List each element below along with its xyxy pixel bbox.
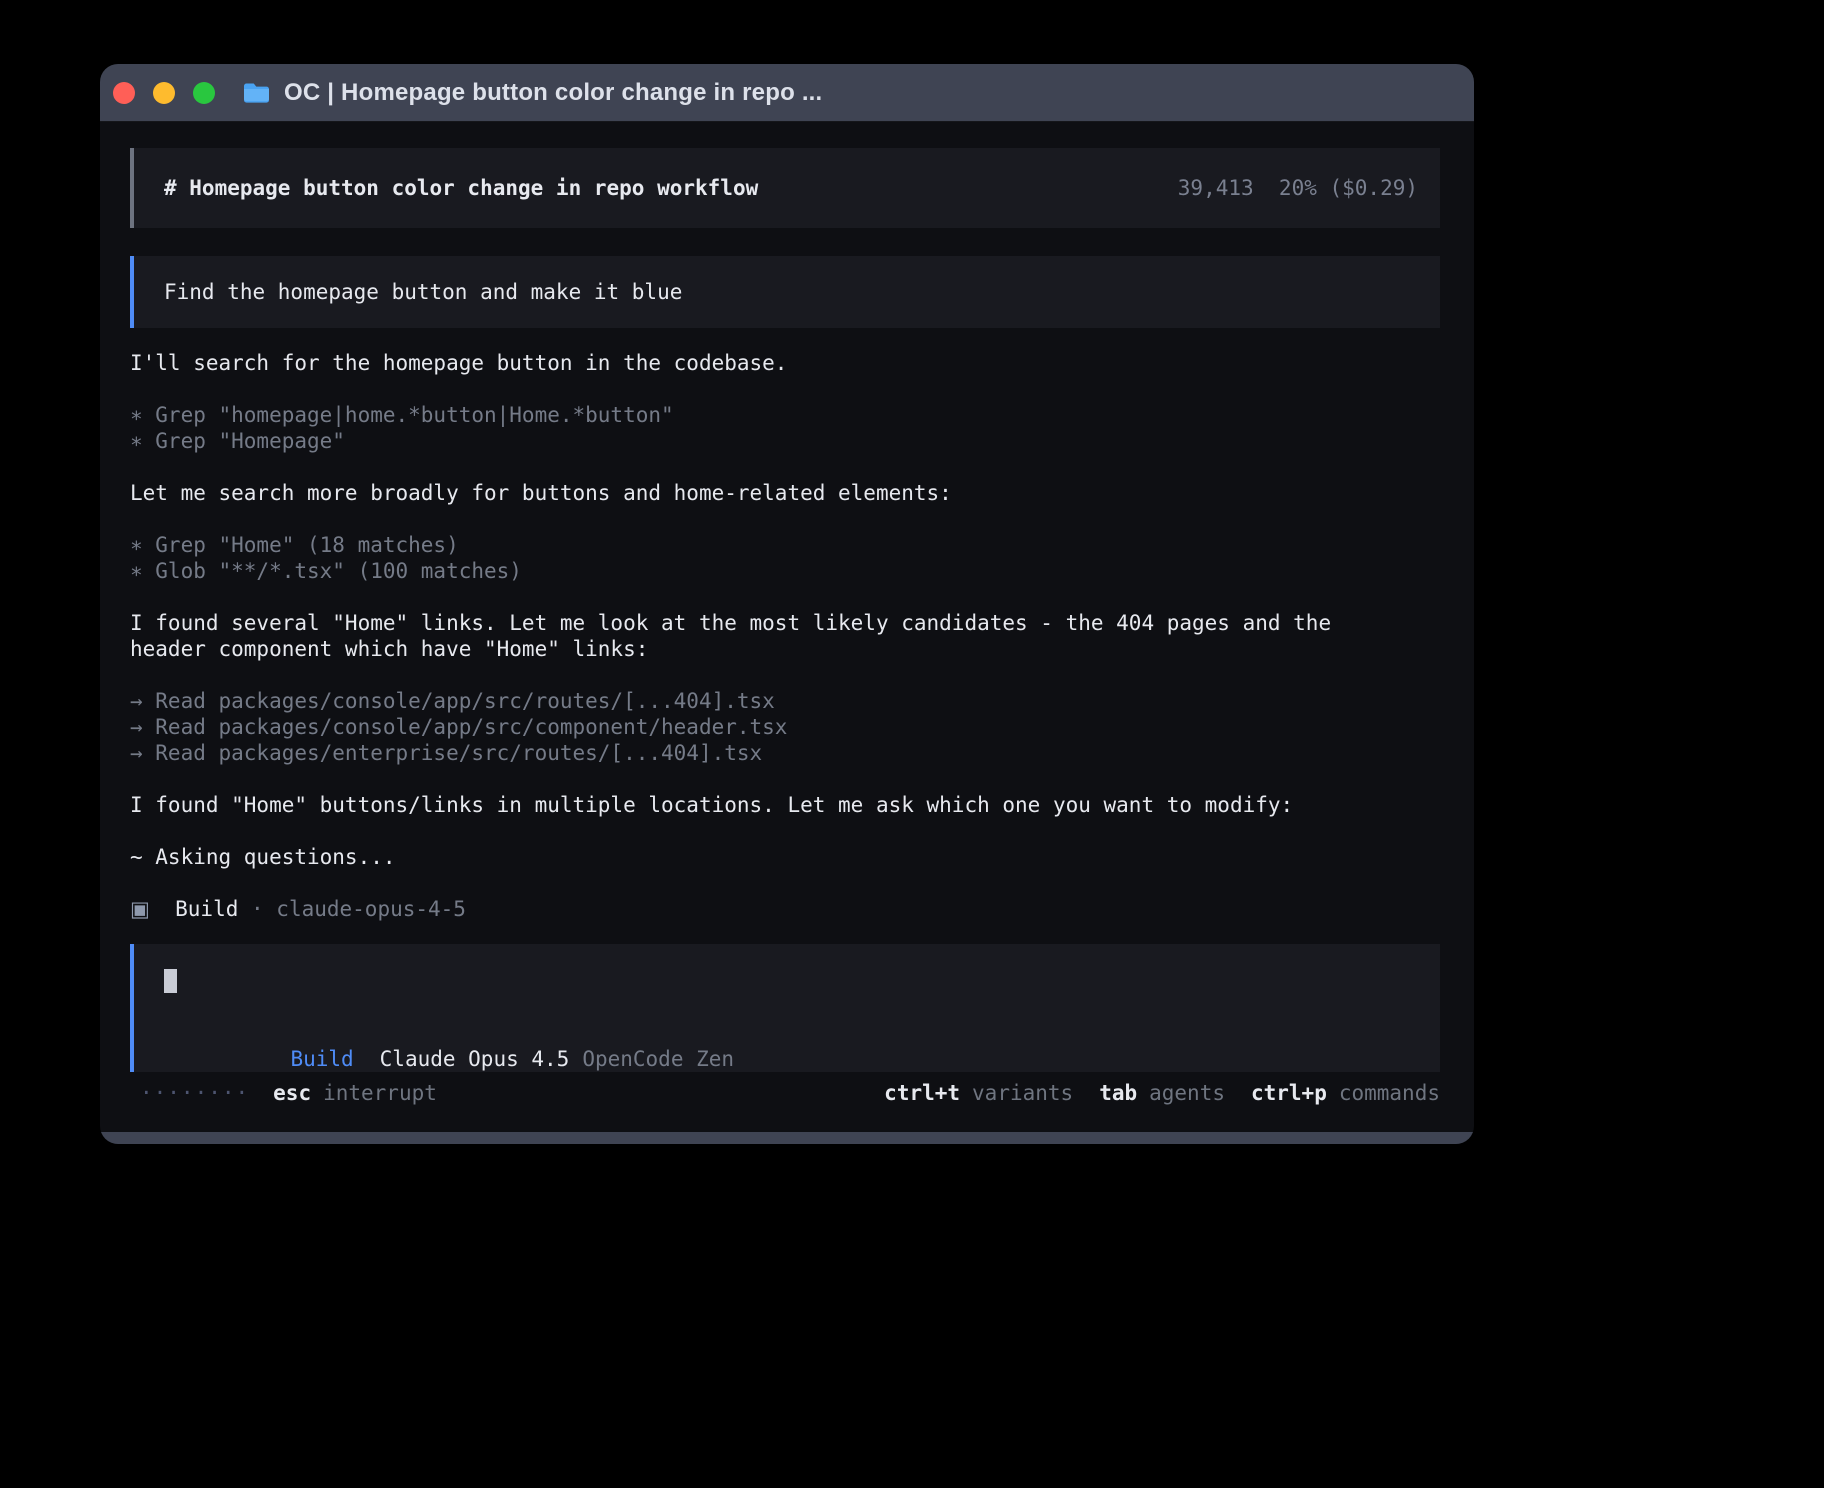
status-left: ········ esc interrupt: [140, 1080, 437, 1106]
hint-key-tab: tab: [1099, 1081, 1137, 1105]
transcript-line: [130, 870, 1440, 896]
transcript-line: [130, 376, 1440, 402]
session-stats: 39,413 20% ($0.29): [1178, 175, 1418, 201]
transcript-line: [130, 818, 1440, 844]
transcript-line: ∗ Glob "**/*.tsx" (100 matches): [130, 558, 1440, 584]
user-message: Find the homepage button and make it blu…: [130, 256, 1440, 328]
hint-key-ctrl-t: ctrl+t: [884, 1081, 960, 1105]
transcript-line: → Read packages/console/app/src/routes/[…: [130, 688, 1440, 714]
folder-icon: [243, 82, 270, 103]
transcript-line: ∗ Grep "Home" (18 matches): [130, 532, 1440, 558]
transcript-line: [130, 766, 1440, 792]
terminal-content: # Homepage button color change in repo w…: [100, 122, 1474, 1106]
hint-key-esc: esc: [273, 1081, 311, 1105]
session-title: # Homepage button color change in repo w…: [164, 175, 758, 201]
transcript-line: ~ Asking questions...: [130, 844, 1440, 870]
text-cursor: [164, 969, 177, 993]
transcript-line: header component which have "Home" links…: [130, 636, 1440, 662]
window-bottom-edge: [100, 1132, 1474, 1144]
transcript-line: [130, 584, 1440, 610]
hint-label-commands: commands: [1339, 1081, 1440, 1105]
transcript-line: ∗ Grep "homepage|home.*button|Home.*butt…: [130, 402, 1440, 428]
transcript-line: I found several "Home" links. Let me loo…: [130, 610, 1440, 636]
spinner-dots: ········: [140, 1080, 249, 1106]
transcript-line: ∗ Grep "Homepage": [130, 428, 1440, 454]
transcript-line: [130, 454, 1440, 480]
input-spacer: [164, 994, 1410, 1020]
transcript-line: → Read packages/console/app/src/componen…: [130, 714, 1440, 740]
transcript-line: → Read packages/enterprise/src/routes/[.…: [130, 740, 1440, 766]
input-line[interactable]: [164, 968, 1410, 994]
close-button[interactable]: [113, 82, 135, 104]
prompt-input[interactable]: Build Claude Opus 4.5 OpenCode Zen: [130, 944, 1440, 1072]
transcript-line: [130, 662, 1440, 688]
hint-agents: tab agents: [1099, 1080, 1225, 1106]
zoom-button[interactable]: [193, 82, 215, 104]
user-message-text: Find the homepage button and make it blu…: [164, 279, 682, 305]
model-name: Claude Opus 4.5: [380, 1047, 570, 1071]
hint-interrupt: esc interrupt: [273, 1080, 437, 1106]
hint-label-agents: agents: [1149, 1081, 1225, 1105]
status-right: ctrl+t variants tab agents ctrl+p commands: [884, 1080, 1440, 1106]
hint-label-interrupt: interrupt: [323, 1081, 437, 1105]
transcript-line: Let me search more broadly for buttons a…: [130, 480, 1440, 506]
transcript-line: ▣ Build · claude-opus-4-5: [130, 896, 1440, 922]
hint-variants: ctrl+t variants: [884, 1080, 1073, 1106]
session-header: # Homepage button color change in repo w…: [130, 148, 1440, 228]
agent-mode-label[interactable]: Build: [290, 1047, 353, 1071]
transcript: I'll search for the homepage button in t…: [130, 350, 1440, 922]
titlebar[interactable]: OC | Homepage button color change in rep…: [100, 64, 1474, 122]
status-bar: ········ esc interrupt ctrl+t variants tab…: [130, 1080, 1440, 1106]
provider-name: OpenCode Zen: [582, 1047, 734, 1071]
transcript-line: [130, 506, 1440, 532]
model-status-line: BuildClaude Opus 4.5OpenCode Zen: [164, 1020, 1410, 1046]
transcript-line: I found "Home" buttons/links in multiple…: [130, 792, 1440, 818]
minimize-button[interactable]: [153, 82, 175, 104]
hint-commands: ctrl+p commands: [1251, 1080, 1440, 1106]
desktop-background: OC | Homepage button color change in rep…: [0, 0, 1824, 1488]
window-title: OC | Homepage button color change in rep…: [284, 79, 822, 107]
hint-key-ctrl-p: ctrl+p: [1251, 1081, 1327, 1105]
transcript-line: I'll search for the homepage button in t…: [130, 350, 1440, 376]
hint-label-variants: variants: [972, 1081, 1073, 1105]
terminal-window: OC | Homepage button color change in rep…: [100, 64, 1474, 1144]
traffic-lights: [113, 82, 233, 104]
